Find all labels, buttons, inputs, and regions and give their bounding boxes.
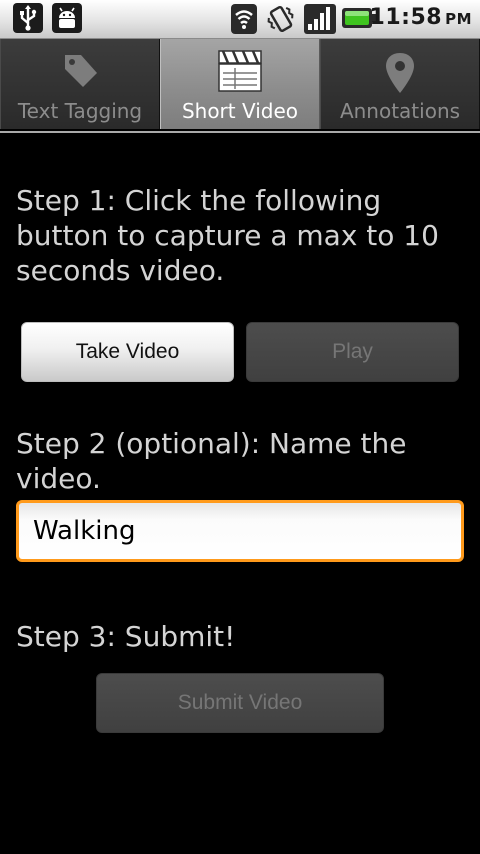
tab-annotations-label: Annotations [339, 99, 461, 123]
tab-bar: Text Tagging Short Video Annotations [0, 39, 480, 133]
clock-ampm: PM [445, 10, 472, 28]
status-clock: 11:58 PM [370, 5, 472, 30]
play-button[interactable]: Play [246, 322, 459, 382]
tab-text-tagging-label: Text Tagging [17, 99, 143, 123]
vibrate-icon [267, 5, 294, 33]
map-pin-icon [386, 53, 414, 93]
video-name-input[interactable] [16, 500, 464, 562]
tab-annotations[interactable]: Annotations [320, 39, 480, 129]
usb-icon[interactable] [13, 3, 43, 33]
step2-instruction: Step 2 (optional): Name the video. [16, 427, 407, 495]
step3-instruction: Step 3: Submit! [16, 620, 236, 653]
signal-icon [304, 4, 336, 34]
android-debug-icon[interactable] [52, 3, 82, 33]
tab-short-video-label: Short Video [181, 99, 299, 123]
take-video-button[interactable]: Take Video [21, 322, 234, 382]
status-bar: 11:58 PM [0, 0, 480, 39]
tag-icon [65, 55, 97, 87]
tab-short-video[interactable]: Short Video [160, 39, 320, 129]
app-screen: 11:58 PM Text Tagging Short Video Annota… [0, 0, 480, 854]
clock-time: 11:58 [369, 5, 443, 30]
submit-video-button[interactable]: Submit Video [96, 673, 384, 733]
clapperboard-icon [218, 50, 262, 92]
wifi-icon [231, 4, 257, 34]
tab-text-tagging[interactable]: Text Tagging [0, 39, 160, 129]
step1-instruction: Step 1: Click the following button to ca… [16, 184, 439, 287]
